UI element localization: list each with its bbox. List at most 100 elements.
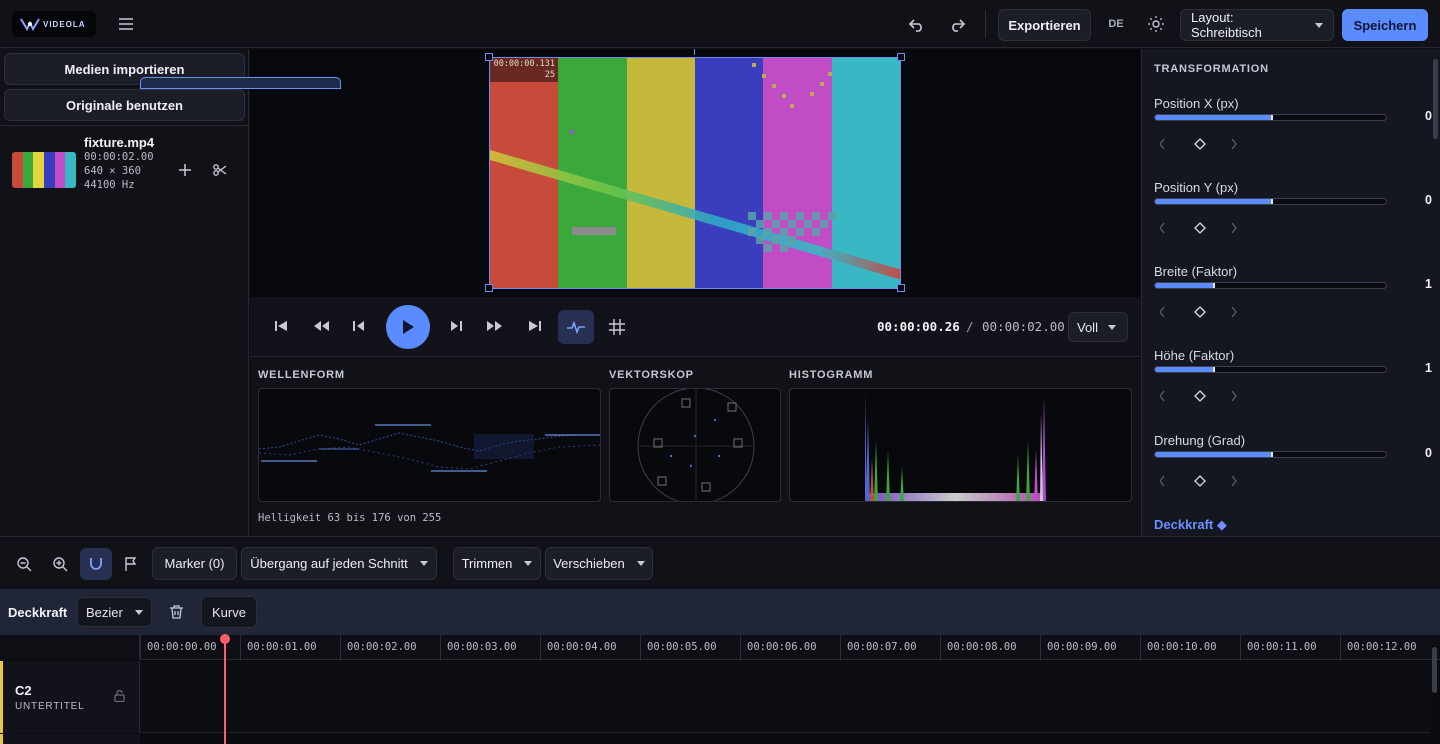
rewind-icon[interactable]: [310, 317, 332, 335]
keyframe-nav[interactable]: [1160, 306, 1240, 318]
divider: [0, 125, 249, 126]
redo-icon[interactable]: [945, 13, 969, 37]
prop-slider[interactable]: [1154, 366, 1387, 373]
chevron-down-icon: [1315, 22, 1323, 28]
overlay-timecode: 00:00:00.131: [493, 59, 555, 69]
scopes-toggle-button[interactable]: [558, 310, 594, 344]
playhead[interactable]: [224, 635, 226, 744]
step-back-icon[interactable]: [350, 317, 368, 335]
move-select[interactable]: Verschieben: [545, 547, 653, 580]
media-thumbnail: [12, 152, 76, 188]
app-logo[interactable]: VIDEOLA: [12, 11, 96, 37]
prop-rotation: Drehung (Grad) 0: [1142, 433, 1432, 517]
language-switch[interactable]: DE: [1103, 15, 1129, 33]
transition-select[interactable]: Übergang auf jeden Schnitt: [241, 547, 437, 580]
keyframe-nav[interactable]: [1160, 390, 1240, 402]
brightness-info: Helligkeit 63 bis 176 von 255: [258, 512, 442, 524]
use-originals-button[interactable]: Originale benutzen: [4, 89, 245, 121]
menu-icon[interactable]: [114, 12, 138, 36]
opacity-link[interactable]: Deckkraft ◆: [1154, 517, 1227, 533]
track-lane[interactable]: [140, 661, 1430, 733]
slider-thumb[interactable]: [1270, 452, 1273, 457]
inspector-scrollbar[interactable]: [1433, 59, 1438, 139]
track-header[interactable]: C2 UNTERTITEL: [0, 661, 140, 733]
export-button[interactable]: Exportieren: [998, 9, 1091, 41]
timeline-ruler[interactable]: 00:00:00.00 00:00:01.00 00:00:02.00 00:0…: [0, 635, 1440, 660]
resize-handle-top-left[interactable]: [485, 53, 493, 61]
lock-icon[interactable]: [111, 687, 127, 703]
histogram-title: HISTOGRAMM: [789, 369, 874, 381]
trim-select[interactable]: Trimmen: [453, 547, 541, 580]
markers-button[interactable]: Marker (0): [152, 547, 237, 580]
add-to-timeline-icon[interactable]: [176, 161, 194, 179]
logo-icon: [20, 18, 40, 31]
prop-label: Höhe (Faktor): [1154, 348, 1235, 363]
timecode-overlay: 00:00:00.131 25: [490, 58, 558, 82]
ruler-tick: 00:00:04.00: [540, 635, 617, 660]
slider-thumb[interactable]: [1270, 115, 1273, 120]
interpolation-value: Bezier: [86, 604, 123, 620]
video-preview[interactable]: 00:00:00.131 25: [250, 49, 1140, 297]
overlay-frame: 25: [544, 70, 555, 80]
prop-value: 1: [1425, 361, 1432, 375]
timeline-clip[interactable]: [140, 77, 341, 89]
layout-select[interactable]: Layout: Schreibtisch: [1180, 9, 1334, 41]
ruler-tick: 00:00:00.00: [140, 635, 217, 660]
play-button[interactable]: [386, 305, 430, 349]
scissors-icon[interactable]: [211, 161, 229, 179]
prop-slider[interactable]: [1154, 198, 1387, 205]
skip-to-start-icon[interactable]: [272, 317, 290, 335]
timeline-toolbar: Marker (0) Übergang auf jeden Schnitt Tr…: [0, 536, 1440, 589]
curve-button[interactable]: Kurve: [201, 596, 257, 628]
keyframe-nav[interactable]: [1160, 475, 1240, 487]
sun-icon[interactable]: [1144, 12, 1168, 36]
waveform-scope: [258, 388, 601, 502]
grid-icon[interactable]: [607, 317, 627, 337]
snap-toggle-button[interactable]: [80, 548, 112, 580]
prop-label: Breite (Faktor): [1154, 264, 1238, 279]
ruler-corner: [0, 635, 140, 660]
track-header[interactable]: [0, 734, 140, 744]
keyframe-nav[interactable]: [1160, 222, 1240, 234]
trash-icon[interactable]: [167, 603, 185, 621]
slider-thumb[interactable]: [1270, 199, 1273, 204]
test-pattern-overlay: [490, 63, 900, 280]
media-item[interactable]: fixture.mp4 00:00:02.00 640 × 360 44100 …: [0, 129, 249, 201]
move-select-value: Verschieben: [553, 556, 625, 571]
keyframe-bar: Deckkraft Bezier Kurve: [0, 589, 1440, 635]
transport-bar: 00:00:00.26 / 00:00:02.00 Voll: [250, 297, 1140, 357]
trim-select-value: Trimmen: [461, 556, 513, 571]
resize-handle-bottom-right[interactable]: [897, 284, 905, 292]
save-button[interactable]: Speichern: [1342, 9, 1428, 41]
prop-slider[interactable]: [1154, 451, 1387, 458]
timeline-scrollbar[interactable]: [1432, 647, 1437, 693]
prop-slider[interactable]: [1154, 114, 1387, 121]
pulse-icon: [567, 320, 585, 334]
ruler-tick: 00:00:06.00: [740, 635, 817, 660]
media-samplerate: 44100 Hz: [84, 179, 135, 191]
preview-zoom-select[interactable]: Voll: [1068, 312, 1128, 342]
undo-icon[interactable]: [905, 13, 929, 37]
ruler-tick: 00:00:09.00: [1040, 635, 1117, 660]
zoom-out-icon[interactable]: [14, 555, 34, 573]
resize-handle-top-right[interactable]: [897, 53, 905, 61]
resize-handle-bottom-left[interactable]: [485, 284, 493, 292]
fast-forward-icon[interactable]: [484, 317, 506, 335]
skip-to-end-icon[interactable]: [526, 317, 544, 335]
video-frame[interactable]: 00:00:00.131 25: [489, 57, 901, 289]
waveform-title: WELLENFORM: [258, 369, 345, 381]
zoom-in-icon[interactable]: [50, 555, 70, 573]
prop-label: Position Y (px): [1154, 180, 1239, 195]
slider-thumb[interactable]: [1212, 367, 1215, 372]
keyframe-nav[interactable]: [1160, 138, 1240, 150]
flag-icon[interactable]: [122, 555, 140, 573]
step-forward-icon[interactable]: [447, 317, 465, 335]
chevron-down-icon: [134, 609, 143, 615]
ruler-tick: 00:00:08.00: [940, 635, 1017, 660]
slider-thumb[interactable]: [1212, 283, 1215, 288]
interpolation-select[interactable]: Bezier: [77, 597, 152, 627]
playhead-handle[interactable]: [220, 634, 230, 644]
media-name: fixture.mp4: [84, 135, 155, 150]
prop-slider[interactable]: [1154, 282, 1387, 289]
time-separator: /: [966, 319, 974, 334]
